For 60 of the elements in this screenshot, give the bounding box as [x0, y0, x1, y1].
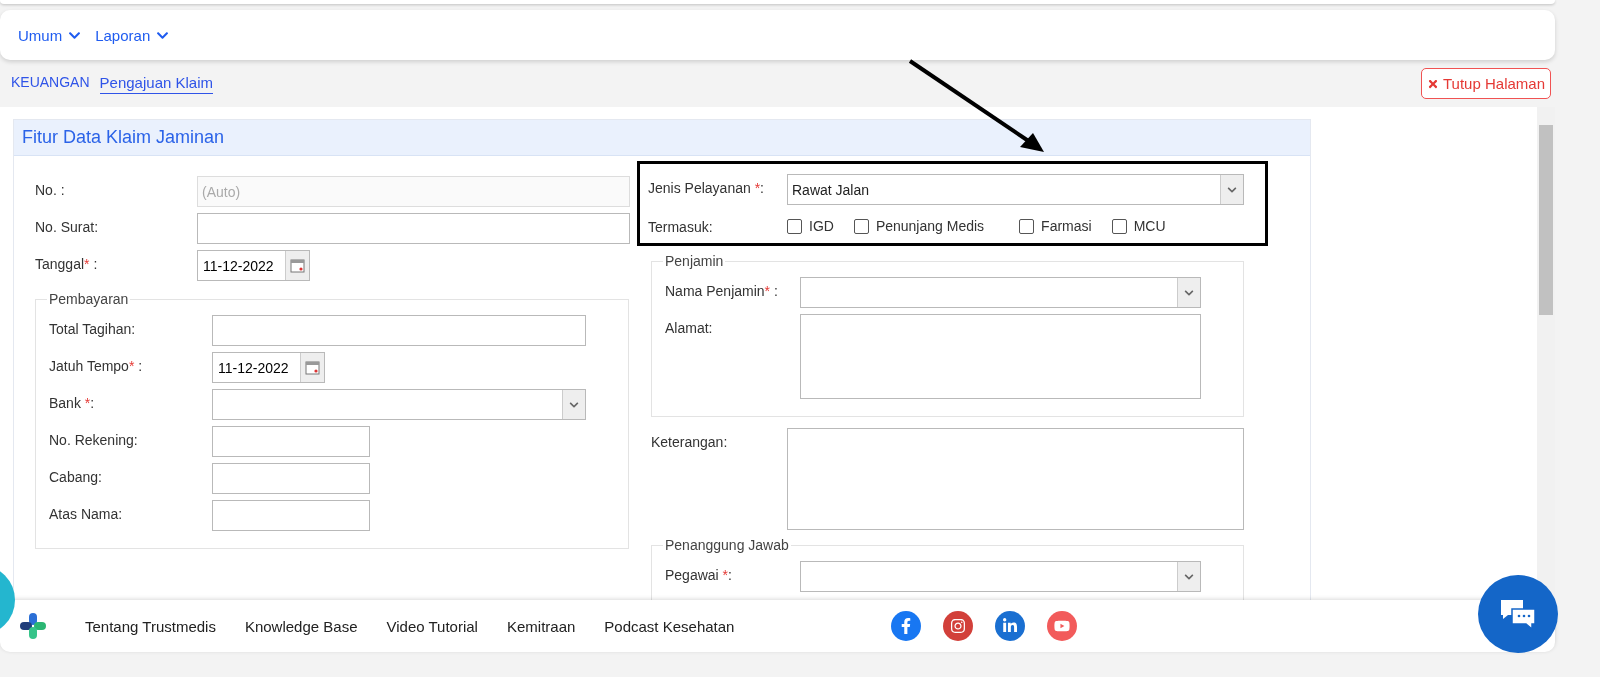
text-field[interactable] — [212, 426, 370, 457]
dropdown-field[interactable] — [212, 389, 586, 420]
group-title: Penanggung Jawab — [664, 537, 790, 553]
footer-link[interactable]: Kemitraan — [506, 617, 576, 635]
date-field[interactable]: 11-12-2022 — [212, 352, 325, 383]
checkbox[interactable]: Farmasi — [1019, 218, 1092, 234]
card-title: Fitur Data Klaim Jaminan — [14, 120, 1310, 156]
group-title: Penjamin — [664, 253, 725, 269]
footer-link[interactable]: Video Tutorial — [386, 617, 478, 635]
footer-link[interactable]: Tentang Trustmedis — [85, 617, 216, 635]
textarea-field[interactable] — [800, 314, 1201, 399]
text-field[interactable] — [197, 213, 630, 244]
footer-link[interactable]: Podcast Kesehatan — [604, 617, 735, 635]
field-label: No. : — [35, 181, 66, 198]
field-label: Cabang: — [49, 468, 103, 485]
dropdown-field[interactable] — [800, 277, 1201, 308]
field-label: Termasuk: — [648, 218, 714, 235]
close-icon — [1427, 77, 1439, 90]
text-field[interactable] — [212, 500, 370, 531]
close-page-button[interactable]: Tutup Halaman — [1421, 68, 1551, 99]
checkbox[interactable]: Penunjang Medis — [853, 218, 985, 234]
calendar-icon[interactable] — [285, 251, 309, 280]
dropdown-field[interactable]: Rawat Jalan — [787, 174, 1244, 205]
field-label: No. Rekening: — [49, 431, 139, 448]
chevron-down-icon — [1177, 562, 1200, 591]
linkedin-icon[interactable] — [995, 611, 1026, 641]
checkbox[interactable]: IGD — [787, 218, 834, 234]
text-field[interactable] — [212, 315, 586, 346]
menu-item[interactable]: Umum — [18, 26, 82, 44]
field-label: Jenis Pelayanan *: — [648, 179, 765, 196]
breadcrumb-link[interactable]: KEUANGAN — [11, 74, 90, 93]
chevron-down-icon — [562, 390, 585, 419]
footer-link[interactable]: Knowledge Base — [244, 617, 358, 635]
instagram-icon[interactable] — [943, 611, 974, 641]
text-field[interactable]: (Auto) — [197, 176, 630, 207]
field-label: Keterangan: — [651, 433, 729, 450]
field-label: No. Surat: — [35, 218, 100, 235]
field-label: Atas Nama: — [49, 505, 124, 522]
group-title: Pembayaran — [48, 291, 130, 307]
field-label: Jatuh Tempo* : — [49, 357, 144, 374]
checkbox[interactable]: MCU — [1111, 218, 1166, 234]
field-label: Bank *: — [49, 394, 96, 411]
date-field[interactable]: 11-12-2022 — [197, 250, 310, 281]
chevron-down-icon — [1220, 175, 1243, 204]
menu-item[interactable]: Laporan — [95, 26, 170, 44]
field-label: Tanggal* : — [35, 255, 99, 272]
field-label: Total Tagihan: — [49, 320, 137, 337]
calendar-icon[interactable] — [300, 353, 324, 382]
field-label: Alamat: — [665, 319, 714, 336]
breadcrumb-link[interactable]: Pengajuan Klaim — [99, 73, 213, 94]
chevron-down-icon — [1177, 278, 1200, 307]
dropdown-field[interactable] — [800, 561, 1201, 592]
textarea-field[interactable] — [787, 428, 1244, 530]
chat-icon — [1498, 597, 1538, 631]
text-field[interactable] — [212, 463, 370, 494]
facebook-icon[interactable] — [891, 611, 922, 641]
youtube-icon[interactable] — [1047, 611, 1078, 641]
field-label: Nama Penjamin* : — [665, 282, 779, 299]
logo-icon — [18, 611, 48, 641]
field-label: Pegawai *: — [665, 566, 733, 583]
